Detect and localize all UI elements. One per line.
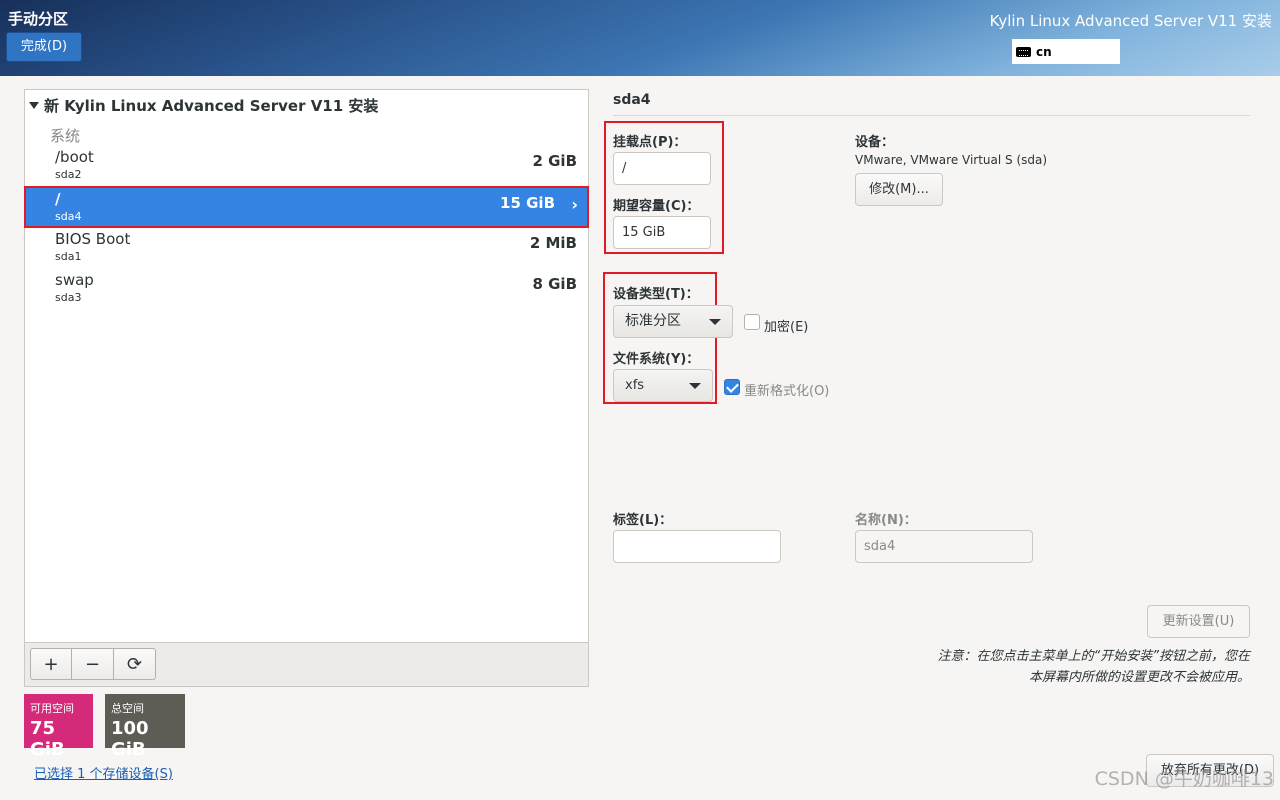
available-space-box: 可用空间 75 GiB	[24, 694, 93, 760]
partition-mount-name: /boot	[55, 148, 94, 166]
available-space-value: 75 GiB	[30, 718, 65, 760]
watermark: CSDN @牛奶咖啡13	[1094, 768, 1274, 790]
divider	[613, 115, 1250, 116]
available-space-label: 可用空间	[30, 702, 74, 715]
mount-point-label: 挂载点(P)：	[613, 135, 687, 150]
encrypt-label: 加密(E)	[764, 320, 809, 335]
partition-size: 8 GiB	[532, 275, 577, 293]
device-label: 设备：	[855, 135, 895, 150]
mount-point-input[interactable]: /	[613, 152, 711, 185]
partition-row-bios-boot[interactable]: BIOS Boot sda1 2 MiB	[25, 227, 588, 267]
partition-device: sda3	[55, 291, 82, 304]
partition-device: sda1	[55, 250, 82, 263]
partition-mount-name: swap	[55, 271, 94, 289]
partition-mount-name: /	[55, 190, 61, 208]
device-value: VMware, VMware Virtual S (sda)	[855, 153, 1048, 167]
add-partition-button[interactable]: +	[30, 648, 72, 680]
partition-row-swap[interactable]: swap sda3 8 GiB	[25, 268, 588, 308]
header-bar: 手动分区 完成(D) Kylin Linux Advanced Server V…	[0, 0, 1280, 76]
partition-device: sda2	[55, 168, 82, 181]
partition-row-boot[interactable]: /boot sda2 2 GiB	[25, 145, 588, 185]
installation-root[interactable]: 新 Kylin Linux Advanced Server V11 安装	[29, 95, 378, 116]
system-section-label: 系统	[50, 127, 81, 145]
capacity-label: 期望容量(C)：	[613, 199, 700, 214]
partition-row-root[interactable]: / sda4 15 GiB ›	[24, 186, 589, 228]
partition-size: 2 MiB	[529, 234, 577, 252]
keyboard-icon	[1016, 46, 1031, 57]
expand-triangle-icon[interactable]	[29, 102, 39, 109]
keyboard-layout-indicator[interactable]: cn	[1012, 39, 1120, 64]
reformat-checkbox[interactable]	[724, 379, 740, 395]
page-title: 手动分区	[8, 10, 69, 28]
dropdown-arrow-icon	[689, 383, 701, 389]
installation-root-label: 新 Kylin Linux Advanced Server V11 安装	[44, 97, 379, 115]
modify-device-button[interactable]: 修改(M)...	[855, 173, 943, 206]
filesystem-value: xfs	[625, 378, 645, 393]
dropdown-arrow-icon	[709, 319, 721, 325]
notice-text: 注意：在您点击主菜单上的“开始安装”按钮之前，您在 本屏幕内所做的设置更改不会被…	[938, 646, 1250, 688]
total-space-value: 100 GiB	[111, 718, 149, 760]
remove-partition-button[interactable]: −	[72, 648, 114, 680]
refresh-button[interactable]: ⟳	[114, 648, 156, 680]
partition-mount-name: BIOS Boot	[55, 230, 131, 248]
partition-size: 2 GiB	[532, 152, 577, 170]
capacity-input[interactable]: 15 GiB	[613, 216, 711, 249]
selected-storage-link[interactable]: 已选择 1 个存储设备(S)	[34, 763, 173, 782]
device-type-value: 标准分区	[625, 313, 681, 329]
total-space-box: 总空间 100 GiB	[105, 694, 185, 760]
partition-toolbar: + − ⟳	[25, 642, 588, 686]
partition-tree-panel: 新 Kylin Linux Advanced Server V11 安装 系统 …	[24, 89, 589, 687]
partition-size: 15 GiB	[500, 194, 555, 212]
filesystem-label: 文件系统(Y)：	[613, 352, 700, 367]
total-space-label: 总空间	[111, 702, 144, 715]
notice-line-1: 注意：在您点击主菜单上的“开始安装”按钮之前，您在	[937, 649, 1250, 664]
reformat-label: 重新格式化(O)	[744, 384, 830, 399]
keyboard-layout-label: cn	[1036, 44, 1052, 59]
device-type-label: 设备类型(T)：	[613, 287, 699, 302]
filesystem-select[interactable]: xfs	[613, 369, 713, 402]
label-input[interactable]	[613, 530, 781, 563]
chevron-right-icon: ›	[571, 195, 578, 214]
done-button[interactable]: 完成(D)	[6, 32, 82, 62]
device-type-select[interactable]: 标准分区	[613, 305, 733, 338]
partition-device: sda4	[55, 210, 82, 223]
label-field-label: 标签(L)：	[613, 513, 673, 528]
partition-detail-title: sda4	[613, 92, 651, 108]
encrypt-checkbox[interactable]	[744, 314, 760, 330]
update-settings-button[interactable]: 更新设置(U)	[1147, 605, 1250, 638]
name-input: sda4	[855, 530, 1033, 563]
notice-line-2: 本屏幕内所做的设置更改不会被应用。	[1028, 670, 1250, 685]
partition-tool-group: + − ⟳	[30, 648, 156, 680]
product-title: Kylin Linux Advanced Server V11 安装	[989, 12, 1272, 30]
name-field-label: 名称(N)：	[855, 513, 917, 528]
